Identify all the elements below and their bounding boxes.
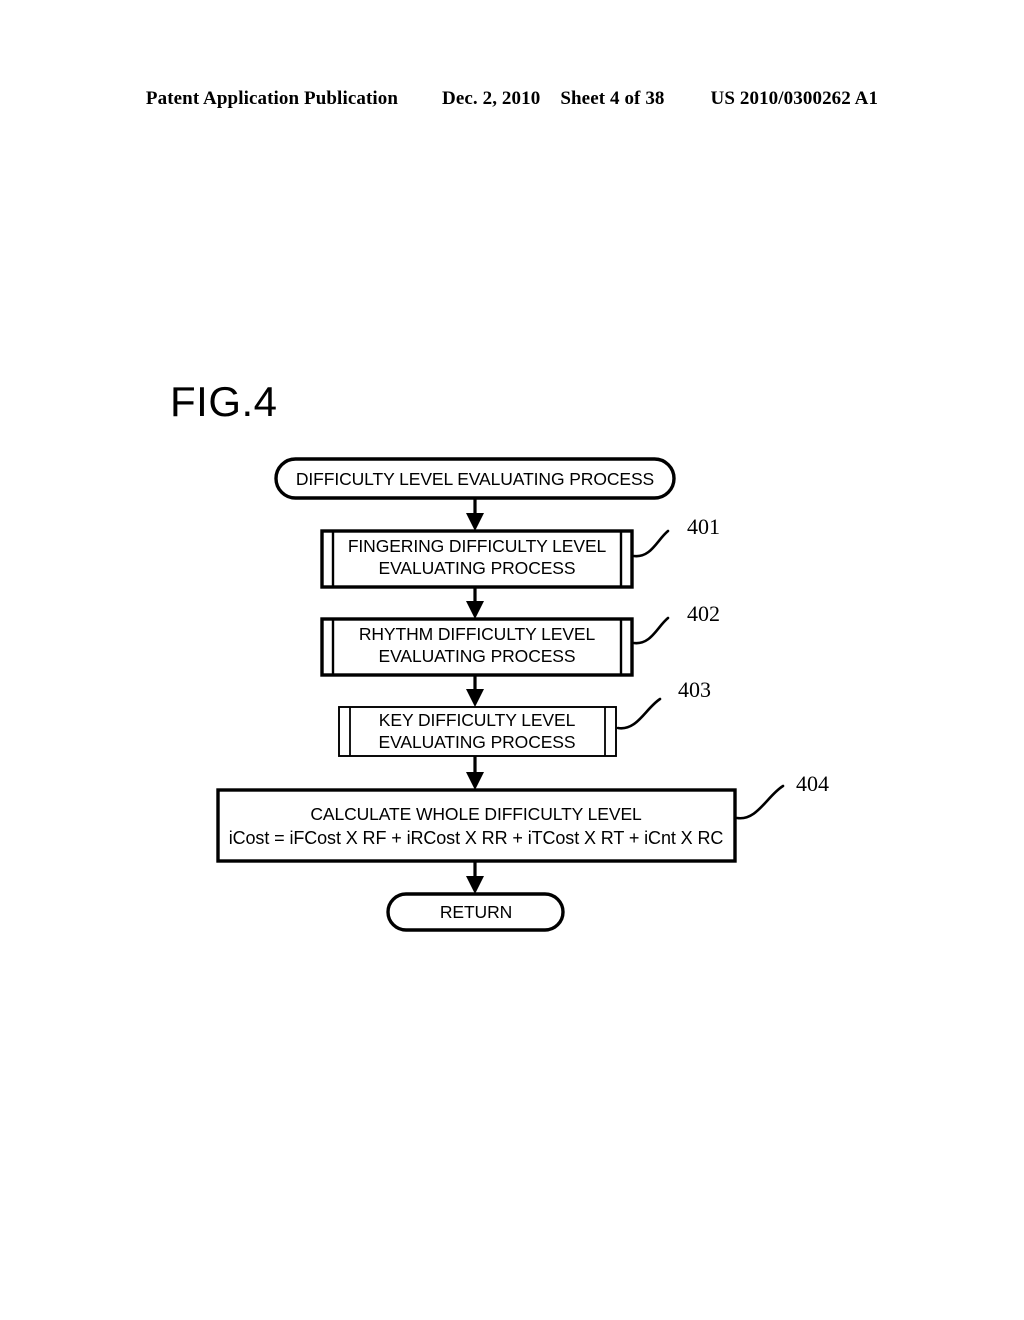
flow-node-return: RETURN xyxy=(386,892,565,932)
reference-label-401: 401 xyxy=(687,514,720,539)
flow-node-403: KEY DIFFICULTY LEVEL EVALUATING PROCESS xyxy=(338,706,617,757)
connector-404-to-return xyxy=(466,861,484,894)
flow-node-403-label-line1: KEY DIFFICULTY LEVEL xyxy=(379,710,576,730)
reference-leader-402: 402 xyxy=(632,601,720,645)
flow-node-401-label-line2: EVALUATING PROCESS xyxy=(379,558,576,578)
flow-node-402: RHYTHM DIFFICULTY LEVEL EVALUATING PROCE… xyxy=(320,617,634,677)
flow-node-404-label-line1: CALCULATE WHOLE DIFFICULTY LEVEL xyxy=(310,804,642,824)
flow-node-401-label-line1: FINGERING DIFFICULTY LEVEL xyxy=(348,536,607,556)
flow-node-404-formula: iCost = iFCost X RF + iRCost X RR + iTCo… xyxy=(229,828,724,848)
connector-start-to-401 xyxy=(466,498,484,531)
flow-node-403-label-line2: EVALUATING PROCESS xyxy=(379,732,576,752)
reference-label-403: 403 xyxy=(678,677,711,702)
flow-node-start-label: DIFFICULTY LEVEL EVALUATING PROCESS xyxy=(296,469,654,489)
connector-401-to-402 xyxy=(466,587,484,619)
flow-node-404: CALCULATE WHOLE DIFFICULTY LEVEL iCost =… xyxy=(216,788,737,863)
reference-label-404: 404 xyxy=(796,771,829,796)
reference-label-402: 402 xyxy=(687,601,720,626)
connector-402-to-403 xyxy=(466,675,484,707)
flow-node-402-label-line2: EVALUATING PROCESS xyxy=(379,646,576,666)
reference-leader-404: 404 xyxy=(735,771,829,820)
flow-node-return-label: RETURN xyxy=(440,902,512,922)
flow-node-401: FINGERING DIFFICULTY LEVEL EVALUATING PR… xyxy=(320,529,634,589)
flow-node-start: DIFFICULTY LEVEL EVALUATING PROCESS xyxy=(274,457,676,500)
reference-leader-403: 403 xyxy=(616,677,711,730)
reference-leader-401: 401 xyxy=(632,514,720,558)
flowchart-figure-4: DIFFICULTY LEVEL EVALUATING PROCESS FING… xyxy=(216,457,829,932)
connector-403-to-404 xyxy=(466,756,484,790)
flow-node-402-label-line1: RHYTHM DIFFICULTY LEVEL xyxy=(359,624,596,644)
